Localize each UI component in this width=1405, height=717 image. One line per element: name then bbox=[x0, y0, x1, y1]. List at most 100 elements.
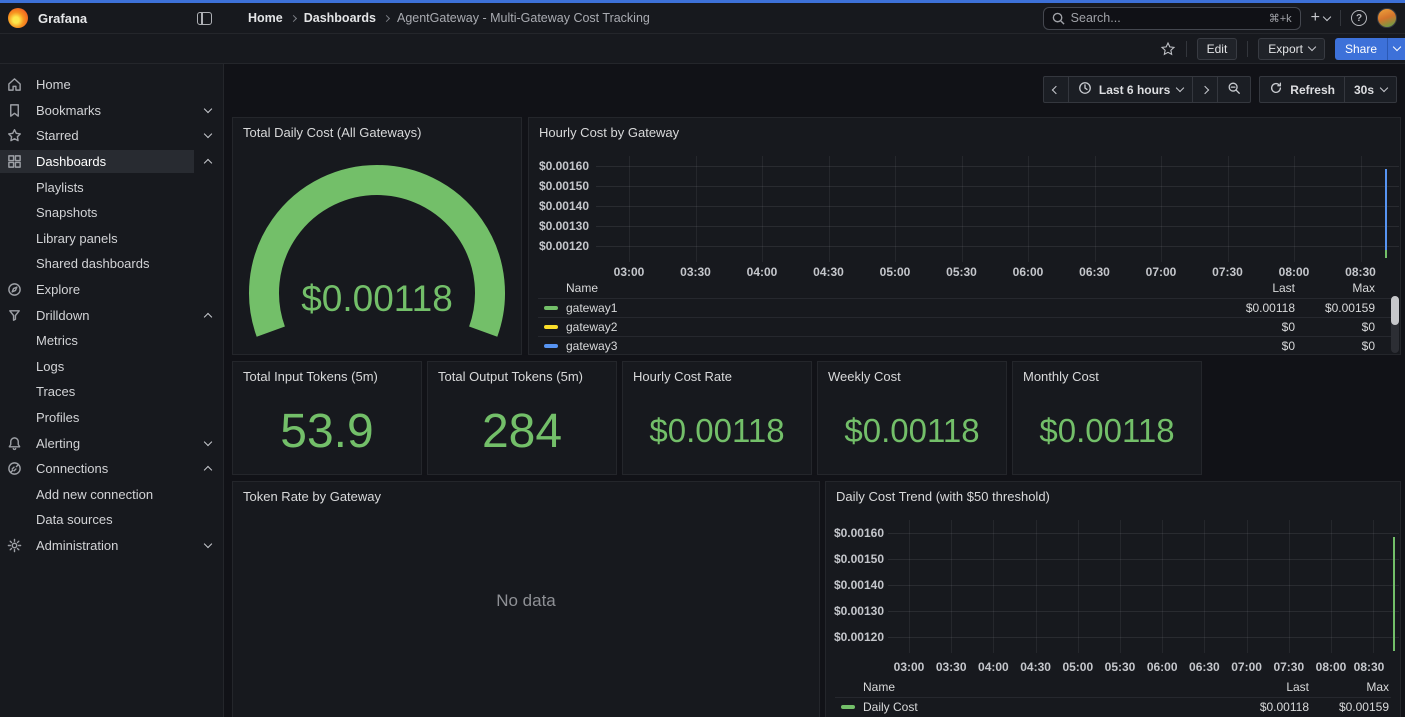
gauge bbox=[233, 146, 521, 354]
panel-title[interactable]: Daily Cost Trend (with $50 threshold) bbox=[826, 482, 1400, 504]
x-tick: 08:30 bbox=[1331, 265, 1391, 279]
legend-table: Name Last Max gateway1 $0.00118 $0.00159 bbox=[538, 278, 1391, 356]
dock-sidebar-icon[interactable] bbox=[197, 12, 212, 25]
sidebar-item-administration[interactable]: Administration bbox=[0, 533, 223, 559]
help-icon[interactable]: ? bbox=[1351, 10, 1367, 26]
star-favorite-icon[interactable] bbox=[1160, 41, 1176, 57]
chevron-down-icon[interactable] bbox=[204, 540, 212, 548]
breadcrumb-home[interactable]: Home bbox=[248, 11, 283, 25]
chevron-down-icon[interactable] bbox=[204, 105, 212, 113]
legend-row-gateway1[interactable]: gateway1 $0.00118 $0.00159 bbox=[538, 298, 1391, 317]
chevron-right-icon bbox=[383, 15, 390, 22]
sidebar-item-profiles[interactable]: Profiles bbox=[0, 405, 223, 431]
edit-button[interactable]: Edit bbox=[1197, 38, 1238, 60]
sidebar-item-home[interactable]: Home bbox=[0, 72, 223, 98]
panel-title[interactable]: Hourly Cost by Gateway bbox=[529, 118, 1400, 140]
legend-row-daily-cost[interactable]: Daily Cost $0.00118 $0.00159 bbox=[835, 697, 1391, 716]
legend-row-gateway2[interactable]: gateway2 $0 $0 bbox=[538, 317, 1391, 336]
y-tick: $0.00120 bbox=[826, 630, 884, 644]
star-icon bbox=[6, 128, 22, 144]
series-spike-gateway1 bbox=[1385, 250, 1387, 258]
chevron-up-icon[interactable] bbox=[204, 466, 212, 474]
legend-row-gateway3[interactable]: gateway3 $0 $0 bbox=[538, 336, 1391, 355]
sidebar-item-library-panels[interactable]: Library panels bbox=[0, 226, 223, 252]
sidebar-item-metrics[interactable]: Metrics bbox=[0, 328, 223, 354]
sidebar-item-explore[interactable]: Explore bbox=[0, 277, 223, 303]
panel-title[interactable]: Monthly Cost bbox=[1013, 362, 1201, 384]
divider bbox=[1340, 10, 1341, 26]
search-placeholder: Search... bbox=[1071, 11, 1263, 25]
sidebar-item-playlists[interactable]: Playlists bbox=[0, 174, 223, 200]
time-back-button[interactable] bbox=[1044, 77, 1068, 102]
sidebar-item-connections[interactable]: Connections bbox=[0, 456, 223, 482]
sidebar-item-dashboards[interactable]: Dashboards bbox=[0, 149, 223, 175]
stat-value: $0.00118 bbox=[623, 396, 811, 466]
search-input[interactable]: Search... ⌘+k bbox=[1043, 7, 1301, 30]
x-tick: 03:30 bbox=[666, 265, 726, 279]
y-tick: $0.00160 bbox=[531, 159, 589, 173]
sidebar-item-data-sources[interactable]: Data sources bbox=[0, 507, 223, 533]
clock-icon bbox=[1078, 81, 1092, 98]
panel-title[interactable]: Token Rate by Gateway bbox=[233, 482, 819, 504]
panel-title[interactable]: Total Daily Cost (All Gateways) bbox=[233, 118, 521, 140]
legend-header-name[interactable]: Name bbox=[863, 680, 1229, 694]
zoom-out-button[interactable] bbox=[1217, 77, 1250, 102]
sidebar-item-starred[interactable]: Starred bbox=[0, 123, 223, 149]
sidebar-item-logs[interactable]: Logs bbox=[0, 354, 223, 380]
plot-area bbox=[596, 156, 1399, 262]
sidebar-item-add-new-connection[interactable]: Add new connection bbox=[0, 482, 223, 508]
legend-header-max[interactable]: Max bbox=[1309, 680, 1389, 694]
y-tick: $0.00150 bbox=[531, 179, 589, 193]
chevron-down-icon bbox=[1176, 84, 1184, 92]
series-spike-gateway3 bbox=[1385, 169, 1387, 252]
compass-icon bbox=[6, 282, 22, 298]
legend-header-max[interactable]: Max bbox=[1295, 281, 1375, 295]
chevron-up-icon[interactable] bbox=[204, 312, 212, 320]
panel-title[interactable]: Hourly Cost Rate bbox=[623, 362, 811, 384]
export-button[interactable]: Export bbox=[1258, 38, 1325, 60]
chevron-up-icon[interactable] bbox=[204, 159, 212, 167]
panel-monthly-cost: Monthly Cost $0.00118 bbox=[1012, 361, 1202, 475]
time-forward-button[interactable] bbox=[1192, 77, 1217, 102]
sidebar-item-traces[interactable]: Traces bbox=[0, 379, 223, 405]
sidebar-item-drilldown[interactable]: Drilldown bbox=[0, 302, 223, 328]
panel-daily-cost-trend: Daily Cost Trend (with $50 threshold) $0… bbox=[825, 481, 1401, 717]
sidebar-item-alerting[interactable]: Alerting bbox=[0, 430, 223, 456]
chevron-down-icon[interactable] bbox=[204, 437, 212, 445]
panel-title[interactable]: Total Input Tokens (5m) bbox=[233, 362, 421, 384]
share-menu-button[interactable] bbox=[1387, 38, 1405, 60]
dashboard-toolbar: Edit Export Share bbox=[0, 34, 1405, 64]
legend-header-name[interactable]: Name bbox=[566, 281, 1215, 295]
share-button[interactable]: Share bbox=[1335, 38, 1387, 60]
stat-value: 284 bbox=[428, 396, 616, 466]
grafana-logo-icon[interactable] bbox=[8, 8, 28, 28]
time-range-group: Last 6 hours bbox=[1043, 76, 1251, 103]
sidebar-item-bookmarks[interactable]: Bookmarks bbox=[0, 98, 223, 124]
panel-title[interactable]: Weekly Cost bbox=[818, 362, 1006, 384]
sidebar-item-snapshots[interactable]: Snapshots bbox=[0, 200, 223, 226]
panel-hourly-cost-by-gateway: Hourly Cost by Gateway $0.00160 $0.00150… bbox=[528, 117, 1401, 355]
bookmark-icon bbox=[6, 102, 22, 118]
time-controls: Last 6 hours Refresh 30s bbox=[1043, 76, 1397, 103]
breadcrumb-dashboards[interactable]: Dashboards bbox=[304, 11, 376, 25]
refresh-button[interactable]: Refresh bbox=[1260, 77, 1344, 102]
gauge-value: $0.00118 bbox=[233, 278, 521, 320]
panel-hourly-cost-rate: Hourly Cost Rate $0.00118 bbox=[622, 361, 812, 475]
x-tick: 07:30 bbox=[1198, 265, 1258, 279]
legend-header-last[interactable]: Last bbox=[1229, 680, 1309, 694]
refresh-group: Refresh 30s bbox=[1259, 76, 1397, 103]
x-tick: 04:00 bbox=[732, 265, 792, 279]
new-button[interactable]: + bbox=[1311, 10, 1330, 26]
avatar[interactable] bbox=[1377, 8, 1397, 28]
chevron-left-icon bbox=[1052, 85, 1060, 93]
sidebar-item-shared-dashboards[interactable]: Shared dashboards bbox=[0, 251, 223, 277]
y-tick: $0.00150 bbox=[826, 552, 884, 566]
stat-value: 53.9 bbox=[233, 396, 421, 466]
refresh-interval-picker[interactable]: 30s bbox=[1344, 77, 1396, 102]
legend-scrollbar-thumb[interactable] bbox=[1391, 296, 1399, 325]
time-range-picker[interactable]: Last 6 hours bbox=[1068, 77, 1192, 102]
chevron-down-icon[interactable] bbox=[204, 130, 212, 138]
legend-header-last[interactable]: Last bbox=[1215, 281, 1295, 295]
sidebar-nav: Home Bookmarks Starred Dashboards Playli… bbox=[0, 64, 224, 717]
panel-title[interactable]: Total Output Tokens (5m) bbox=[428, 362, 616, 384]
